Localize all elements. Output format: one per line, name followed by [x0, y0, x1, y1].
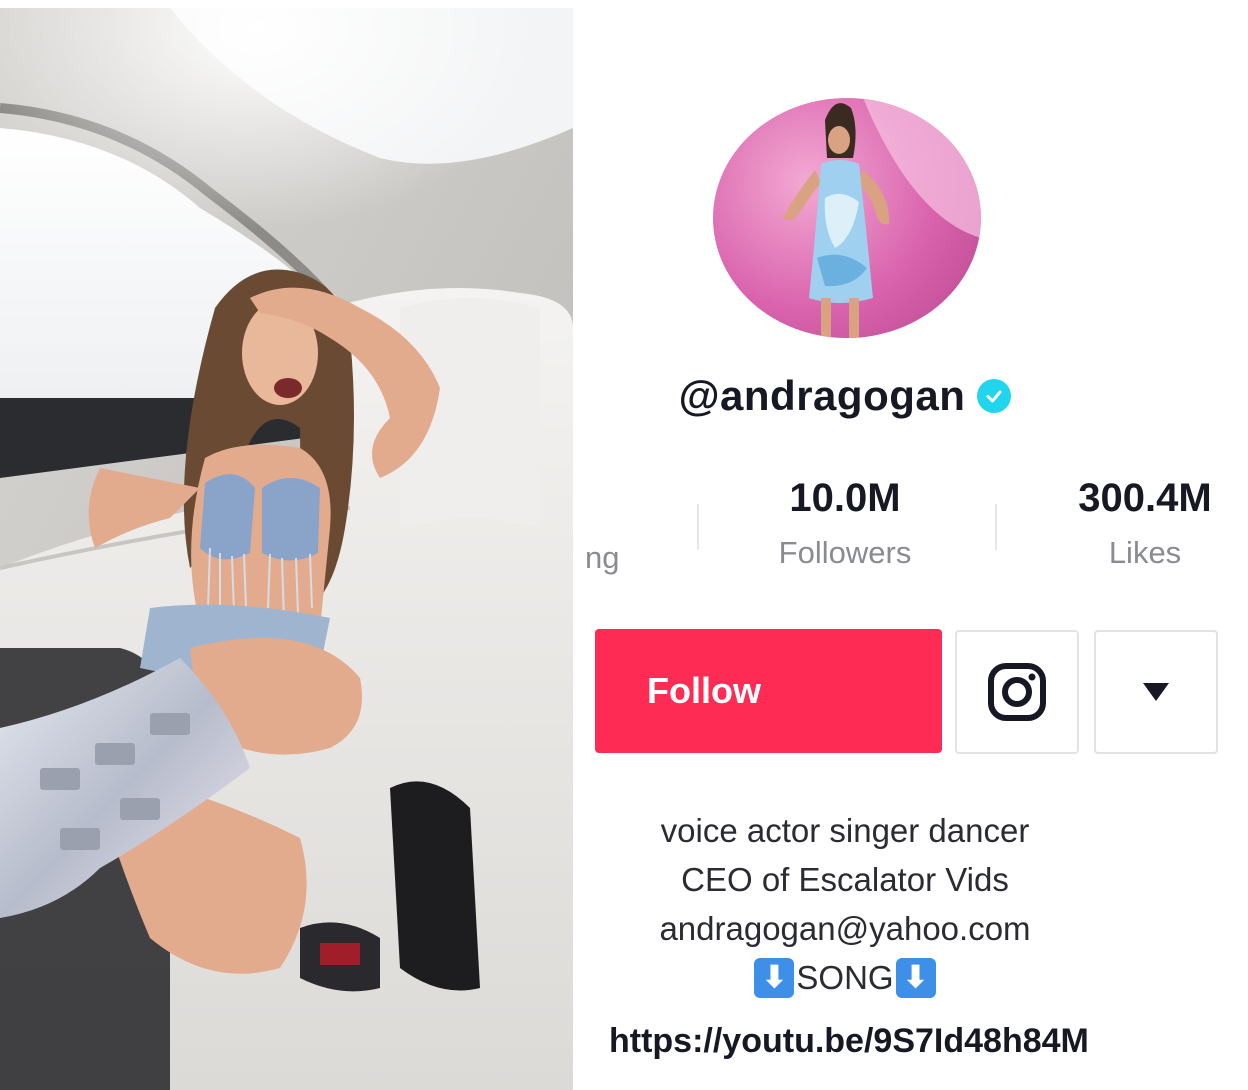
more-options-button[interactable] — [1094, 630, 1218, 754]
instagram-icon — [988, 663, 1046, 721]
following-label: ng — [585, 540, 620, 575]
bio-song-line: ⬇ SONG ⬇ — [585, 953, 1105, 1002]
bio-line: voice actor singer dancer — [660, 812, 1030, 849]
verified-badge-icon — [977, 379, 1012, 413]
down-arrow-emoji-icon: ⬇ — [754, 957, 795, 998]
profile-panel: @andragogan ng 10.0M Followers 300.4M Li… — [585, 0, 1248, 1090]
profile-bio: voice actor singer dancer CEO of Escalat… — [585, 806, 1105, 1002]
likes-value: 300.4M — [1078, 476, 1212, 520]
bio-link[interactable]: https://youtu.be/9S7Id48h84M — [609, 1022, 1149, 1061]
triangle-down-icon — [1143, 683, 1169, 701]
following-stat[interactable]: ng — [585, 540, 619, 576]
bio-song-text: SONG — [796, 959, 894, 996]
bio-email: andragogan@yahoo.com — [659, 910, 1031, 947]
avatar-illustration — [783, 98, 981, 338]
followers-stat[interactable]: 10.0M Followers — [735, 476, 955, 571]
likes-stat[interactable]: 300.4M Likes — [1035, 476, 1248, 571]
likes-label: Likes — [1108, 535, 1182, 570]
photo-illustration — [0, 8, 573, 1090]
bio-line: CEO of Escalator Vids — [681, 861, 1009, 898]
followers-value: 10.0M — [789, 476, 901, 520]
stat-divider — [995, 504, 997, 550]
follow-button-label: Follow — [647, 670, 761, 711]
instagram-button[interactable] — [955, 630, 1079, 754]
feature-photo — [0, 8, 573, 1090]
username: @andragogan — [678, 372, 966, 419]
follow-button[interactable]: Follow — [595, 629, 942, 753]
down-arrow-emoji-icon: ⬇ — [895, 957, 936, 998]
username-row: @andragogan — [585, 372, 1105, 420]
profile-avatar[interactable] — [713, 98, 981, 338]
stat-divider — [697, 504, 699, 550]
followers-label: Followers — [778, 535, 912, 570]
